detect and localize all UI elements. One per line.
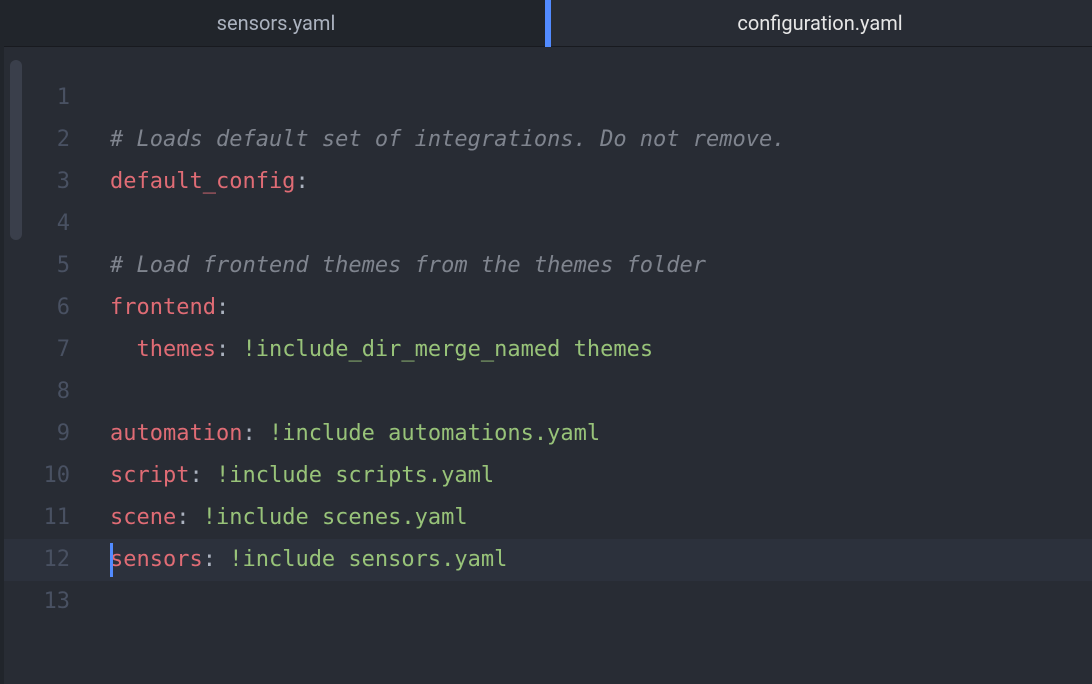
line-number: 10 [4, 455, 70, 497]
token-value: !include scenes.yaml [203, 505, 468, 530]
token-key: sensors [110, 547, 203, 572]
token-punct: : [203, 547, 230, 572]
line-number: 6 [4, 287, 70, 329]
token-punct: : [216, 295, 229, 320]
code-line[interactable] [110, 77, 1092, 119]
tab-label: sensors.yaml [217, 11, 336, 35]
token-punct: : [242, 421, 269, 446]
code-line[interactable] [110, 203, 1092, 245]
code-line[interactable]: frontend: [110, 287, 1092, 329]
code-line[interactable]: default_config: [110, 161, 1092, 203]
tabs-bar: sensors.yaml configuration.yaml [4, 0, 1092, 47]
token-value: !include sensors.yaml [229, 547, 507, 572]
code-line[interactable]: sensors: !include sensors.yaml [82, 539, 1092, 581]
line-number: 7 [4, 329, 70, 371]
token-key: default_config [110, 169, 295, 194]
tab-sensors-yaml[interactable]: sensors.yaml [4, 0, 548, 46]
token-key: scene [110, 505, 176, 530]
editor-container: sensors.yaml configuration.yaml 12345678… [4, 0, 1092, 684]
token-value: !include automations.yaml [269, 421, 600, 446]
tab-label: configuration.yaml [737, 11, 902, 35]
token-key: frontend [110, 295, 216, 320]
code-line[interactable] [110, 581, 1092, 623]
tab-modified-indicator [545, 0, 551, 47]
tab-configuration-yaml[interactable]: configuration.yaml [548, 0, 1092, 46]
code-line[interactable]: script: !include scripts.yaml [110, 455, 1092, 497]
token-punct [110, 337, 137, 362]
line-number: 13 [4, 581, 70, 623]
editor-body: 12345678910111213 # Loads default set of… [4, 47, 1092, 684]
line-number: 12 [4, 539, 82, 581]
token-value: !include scripts.yaml [216, 463, 494, 488]
code-line[interactable]: # Load frontend themes from the themes f… [110, 245, 1092, 287]
token-punct: : [216, 337, 243, 362]
code-line[interactable]: themes: !include_dir_merge_named themes [110, 329, 1092, 371]
token-key: script [110, 463, 189, 488]
code-line[interactable]: scene: !include scenes.yaml [110, 497, 1092, 539]
token-comment: # Loads default set of integrations. Do … [110, 127, 786, 152]
token-punct: : [189, 463, 216, 488]
token-key: automation [110, 421, 242, 446]
code-line[interactable]: automation: !include automations.yaml [110, 413, 1092, 455]
token-value: !include_dir_merge_named themes [242, 337, 653, 362]
line-number: 5 [4, 245, 70, 287]
code-area[interactable]: # Loads default set of integrations. Do … [82, 77, 1092, 684]
code-line[interactable]: # Loads default set of integrations. Do … [110, 119, 1092, 161]
scrollbar-thumb[interactable] [10, 60, 22, 240]
token-punct: : [295, 169, 308, 194]
token-comment: # Load frontend themes from the themes f… [110, 253, 706, 278]
token-punct: : [176, 505, 203, 530]
token-key: themes [137, 337, 216, 362]
line-number: 8 [4, 371, 70, 413]
code-line[interactable] [110, 371, 1092, 413]
line-number: 9 [4, 413, 70, 455]
line-number: 11 [4, 497, 70, 539]
